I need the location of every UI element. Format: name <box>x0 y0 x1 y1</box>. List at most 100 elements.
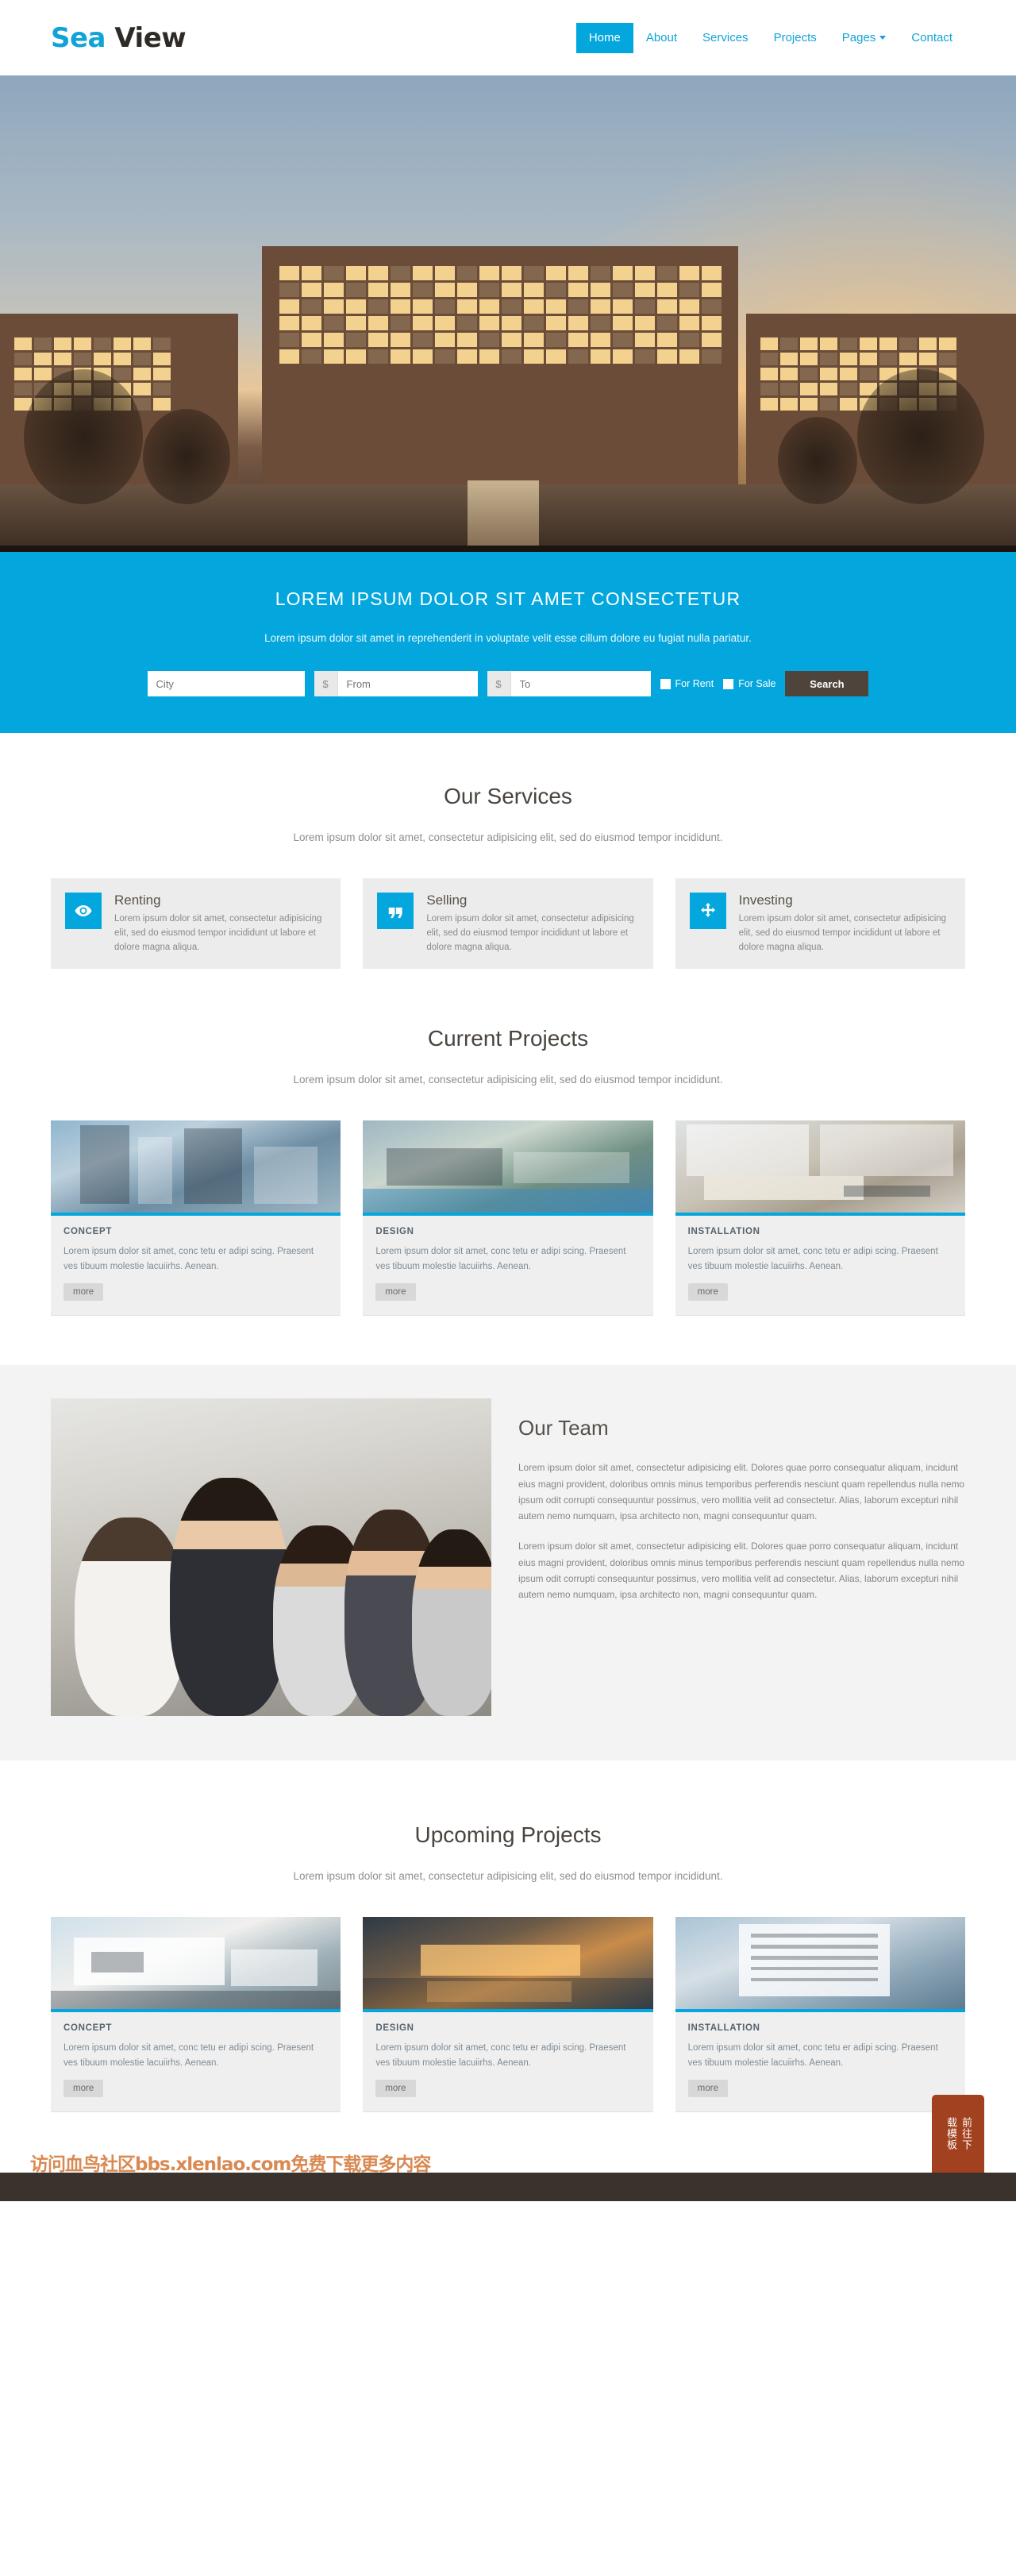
project-label: DESIGN <box>375 1227 414 1237</box>
move-arrows-icon <box>689 893 726 929</box>
project-card-body: CONCEPT Lorem ipsum dolor sit amet, conc… <box>51 2012 341 2111</box>
site-logo[interactable]: Sea View <box>51 22 187 54</box>
project-thumbnail-interior <box>675 1120 965 1217</box>
hero-search-banner: LOREM IPSUM DOLOR SIT AMET CONSECTETUR L… <box>0 552 1016 733</box>
current-projects-section: Current Projects Lorem ipsum dolor sit a… <box>0 969 1016 1317</box>
more-button[interactable]: more <box>687 1283 728 1301</box>
upcoming-projects-subtitle: Lorem ipsum dolor sit amet, consectetur … <box>293 1870 723 1883</box>
footer-bar <box>0 2173 1016 2201</box>
services-card-row: Renting Lorem ipsum dolor sit amet, cons… <box>51 878 965 970</box>
service-card-body: Renting Lorem ipsum dolor sit amet, cons… <box>114 893 326 954</box>
project-card-body: INSTALLATION Lorem ipsum dolor sit amet,… <box>675 1216 965 1315</box>
project-label: INSTALLATION <box>687 2023 760 2034</box>
project-label: DESIGN <box>375 2023 414 2034</box>
price-from-input[interactable] <box>337 671 478 696</box>
service-title-selling: Selling <box>426 893 468 908</box>
project-thumbnail-resort <box>363 1120 653 1217</box>
project-thumbnail-modern-villa <box>51 1917 341 2013</box>
project-card[interactable]: CONCEPT Lorem ipsum dolor sit amet, conc… <box>51 1120 341 1317</box>
page-root: Sea View Home About Services Projects Pa… <box>0 0 1016 2201</box>
project-card[interactable]: INSTALLATION Lorem ipsum dolor sit amet,… <box>675 1917 965 2112</box>
upcoming-projects-row: CONCEPT Lorem ipsum dolor sit amet, conc… <box>51 1917 965 2112</box>
project-label: INSTALLATION <box>687 1227 760 1237</box>
nav-item-contact[interactable]: Contact <box>899 23 965 53</box>
hero-tree-right2 <box>778 417 857 504</box>
team-paragraph-2: Lorem ipsum dolor sit amet, consectetur … <box>518 1541 964 1601</box>
main-navigation: Home About Services Projects Pages Conta… <box>575 22 965 53</box>
service-title-renting: Renting <box>114 893 161 908</box>
currency-addon-to: $ <box>487 671 511 696</box>
banner-subtitle: Lorem ipsum dolor sit amet in reprehende… <box>264 632 752 644</box>
project-card[interactable]: DESIGN Lorem ipsum dolor sit amet, conc … <box>363 1917 653 2112</box>
price-to-input[interactable] <box>510 671 651 696</box>
team-title: Our Team <box>518 1416 609 1440</box>
service-text-renting: Lorem ipsum dolor sit amet, consectetur … <box>114 914 322 952</box>
project-card-body: INSTALLATION Lorem ipsum dolor sit amet,… <box>675 2012 965 2111</box>
project-text: Lorem ipsum dolor sit amet, conc tetu er… <box>375 2043 626 2068</box>
price-to-group: $ <box>487 671 651 696</box>
overlay-zone: 前往下载模板 访问血鸟社区bbs.xlenlao.com免费下载更多内容 <box>0 2095 1016 2175</box>
project-label: CONCEPT <box>64 2023 113 2034</box>
current-projects-title: Current Projects <box>427 1026 589 1051</box>
project-text: Lorem ipsum dolor sit amet, conc tetu er… <box>375 1247 626 1271</box>
hero-bottom-band <box>0 546 1016 552</box>
banner-title: LOREM IPSUM DOLOR SIT AMET CONSECTETUR <box>275 588 741 609</box>
project-thumbnail-tower <box>675 1917 965 2013</box>
more-button[interactable]: more <box>375 2080 416 2097</box>
project-thumbnail-skyscrapers <box>51 1120 341 1217</box>
for-sale-label: For Sale <box>738 678 776 689</box>
team-member-1 <box>75 1517 186 1717</box>
service-title-investing: Investing <box>738 893 793 908</box>
project-card[interactable]: DESIGN Lorem ipsum dolor sit amet, conc … <box>363 1120 653 1317</box>
project-card[interactable]: CONCEPT Lorem ipsum dolor sit amet, conc… <box>51 1917 341 2112</box>
property-search-form: $ $ For Rent For Sale Search <box>51 671 965 696</box>
quote-icon <box>377 893 414 929</box>
service-card-selling[interactable]: Selling Lorem ipsum dolor sit amet, cons… <box>363 878 653 970</box>
nav-item-about[interactable]: About <box>633 23 690 53</box>
more-button[interactable]: more <box>64 2080 104 2097</box>
team-photo <box>51 1398 491 1717</box>
project-text: Lorem ipsum dolor sit amet, conc tetu er… <box>687 1247 938 1271</box>
nav-item-services[interactable]: Services <box>690 23 761 53</box>
for-rent-label: For Rent <box>675 678 714 689</box>
project-card-body: CONCEPT Lorem ipsum dolor sit amet, conc… <box>51 1216 341 1315</box>
more-button[interactable]: more <box>64 1283 104 1301</box>
project-text: Lorem ipsum dolor sit amet, conc tetu er… <box>64 1247 314 1271</box>
hero-tree-left <box>24 369 143 504</box>
more-button[interactable]: more <box>375 1283 416 1301</box>
current-projects-row: CONCEPT Lorem ipsum dolor sit amet, conc… <box>51 1120 965 1317</box>
nav-item-projects[interactable]: Projects <box>761 23 829 53</box>
service-card-investing[interactable]: Investing Lorem ipsum dolor sit amet, co… <box>675 878 965 970</box>
for-rent-checkbox[interactable]: For Rent <box>660 671 714 696</box>
project-card-body: DESIGN Lorem ipsum dolor sit amet, conc … <box>363 1216 652 1315</box>
nav-item-home[interactable]: Home <box>575 22 633 53</box>
nav-item-pages[interactable]: Pages <box>829 23 899 53</box>
nav-item-pages-label: Pages <box>841 30 876 44</box>
upcoming-projects-title: Upcoming Projects <box>414 1822 602 1848</box>
service-card-body: Investing Lorem ipsum dolor sit amet, co… <box>739 893 951 954</box>
project-card-body: DESIGN Lorem ipsum dolor sit amet, conc … <box>363 2012 652 2111</box>
search-button[interactable]: Search <box>785 671 869 696</box>
site-header: Sea View Home About Services Projects Pa… <box>0 0 1016 75</box>
more-button[interactable]: more <box>687 2080 728 2097</box>
project-card[interactable]: INSTALLATION Lorem ipsum dolor sit amet,… <box>675 1120 965 1317</box>
services-title: Our Services <box>444 784 572 808</box>
service-card-renting[interactable]: Renting Lorem ipsum dolor sit amet, cons… <box>51 878 341 970</box>
download-template-button[interactable]: 前往下载模板 <box>932 2095 984 2173</box>
services-subtitle: Lorem ipsum dolor sit amet, consectetur … <box>293 831 723 843</box>
checkbox-icon-sale[interactable] <box>723 678 734 689</box>
team-text-column: Our Team Lorem ipsum dolor sit amet, con… <box>518 1398 965 1716</box>
project-text: Lorem ipsum dolor sit amet, conc tetu er… <box>687 2043 938 2068</box>
project-label: CONCEPT <box>64 1227 113 1237</box>
hero-windows-center <box>279 266 722 364</box>
hero-tree-left2 <box>143 409 230 504</box>
hero-stairway <box>467 480 539 552</box>
services-section: Our Services Lorem ipsum dolor sit amet,… <box>0 733 1016 970</box>
upcoming-projects-section: Upcoming Projects Lorem ipsum dolor sit … <box>0 1760 1016 2136</box>
for-sale-checkbox[interactable]: For Sale <box>723 671 775 696</box>
service-card-body: Selling Lorem ipsum dolor sit amet, cons… <box>426 893 638 954</box>
team-section: Our Team Lorem ipsum dolor sit amet, con… <box>0 1365 1016 1761</box>
site-watermark: 访问血鸟社区bbs.xlenlao.com免费下载更多内容 <box>30 2154 431 2175</box>
city-input[interactable] <box>147 671 305 696</box>
checkbox-icon-rent[interactable] <box>660 678 671 689</box>
